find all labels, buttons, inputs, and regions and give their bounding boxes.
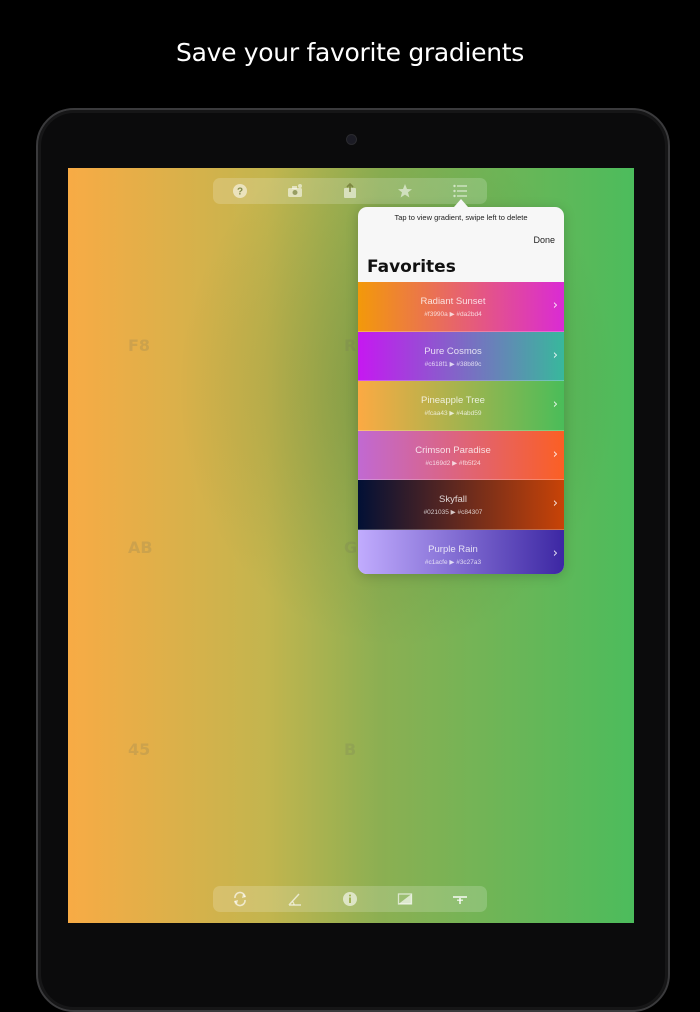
share-icon	[343, 183, 356, 198]
favorite-hex: #f3990a ▶ #da2bd4	[424, 311, 482, 318]
help-button[interactable]: ?	[230, 181, 250, 201]
favorite-item-crimson-paradise[interactable]: Crimson Paradise #c169d2 ▶ #fb5f24 ›	[358, 430, 564, 480]
label-red: R	[344, 336, 357, 355]
popover-arrow	[454, 199, 468, 207]
done-button[interactable]: Done	[533, 235, 555, 245]
chevron-right-icon: ›	[552, 496, 558, 511]
share-button[interactable]	[340, 181, 360, 201]
camera-button[interactable]	[285, 181, 305, 201]
headline: Save your favorite gradients	[176, 38, 524, 67]
star-icon	[397, 184, 412, 198]
favorite-hex: #fcaa43 ▶ #4abd59	[424, 410, 482, 417]
favorite-name: Purple Rain	[428, 543, 478, 555]
split-button[interactable]	[395, 889, 415, 909]
label-green: G	[344, 538, 358, 557]
favorites-list-button[interactable]	[450, 181, 470, 201]
favorite-name: Pure Cosmos	[424, 345, 482, 357]
angle-icon	[288, 893, 302, 906]
align-button[interactable]	[450, 889, 470, 909]
chevron-right-icon: ›	[552, 298, 558, 313]
chevron-right-icon: ›	[552, 545, 558, 561]
align-icon	[452, 896, 467, 904]
favorites-popover: Tap to view gradient, swipe left to dele…	[358, 207, 564, 574]
value-green: AB	[128, 538, 153, 557]
favorite-name: Crimson Paradise	[415, 444, 491, 456]
chevron-right-icon: ›	[552, 446, 558, 462]
bottom-toolbar	[213, 886, 487, 912]
value-blue: 45	[128, 740, 151, 759]
front-camera	[347, 135, 356, 144]
favorite-name: Radiant Sunset	[420, 296, 486, 307]
favorite-item-pure-cosmos[interactable]: Pure Cosmos #c618f1 ▶ #38b89c ›	[358, 331, 564, 381]
favorite-hex: #c618f1 ▶ #38b89c	[424, 360, 482, 368]
favorite-name: Skyfall	[439, 494, 467, 505]
favorite-hex: #c169d2 ▶ #fb5f24	[425, 459, 481, 467]
list-icon	[452, 184, 467, 198]
popover-hint: Tap to view gradient, swipe left to dele…	[394, 213, 528, 222]
top-toolbar: ?	[213, 178, 487, 204]
favorite-name: Pineapple Tree	[421, 395, 485, 406]
split-icon	[397, 893, 412, 905]
camera-icon	[288, 184, 303, 197]
info-icon	[342, 892, 357, 906]
rotate-button[interactable]	[230, 889, 250, 909]
favorite-item-radiant-sunset[interactable]: Radiant Sunset #f3990a ▶ #da2bd4 ›	[358, 282, 564, 332]
angle-button[interactable]	[285, 889, 305, 909]
chevron-right-icon: ›	[552, 347, 558, 363]
favorite-item-purple-rain[interactable]: Purple Rain #c1acfe ▶ #3c27a3 ›	[358, 529, 564, 574]
favorite-item-skyfall[interactable]: Skyfall #021035 ▶ #c84307 ›	[358, 480, 564, 530]
rotate-icon	[234, 891, 247, 907]
favorite-hex: #021035 ▶ #c84307	[423, 509, 483, 516]
info-button[interactable]	[340, 889, 360, 909]
gradient-canvas[interactable]: F8 R AB G 45 B ? Tap to view gradient, s…	[68, 168, 634, 923]
favorite-button[interactable]	[395, 181, 415, 201]
value-red: F8	[128, 336, 151, 355]
favorites-list: Radiant Sunset #f3990a ▶ #da2bd4 › Pure …	[358, 282, 564, 574]
help-icon: ?	[233, 184, 248, 198]
chevron-right-icon: ›	[552, 397, 558, 412]
favorite-hex: #c1acfe ▶ #3c27a3	[424, 558, 482, 566]
popover-title: Favorites	[367, 257, 456, 277]
svg-text:?: ?	[237, 187, 243, 198]
label-blue: B	[344, 740, 357, 759]
favorite-item-pineapple-tree[interactable]: Pineapple Tree #fcaa43 ▶ #4abd59 ›	[358, 381, 564, 431]
